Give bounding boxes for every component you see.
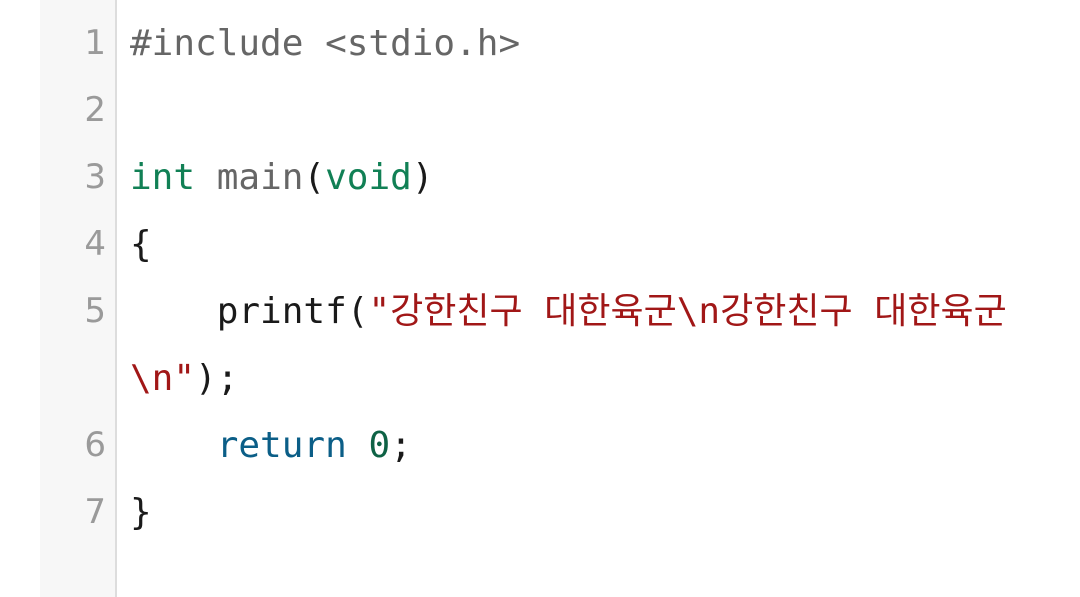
- close-paren-semicolon: );: [195, 358, 239, 399]
- code-line-6: 6 return 0;: [0, 412, 1080, 479]
- close-paren: ): [411, 157, 434, 198]
- number-literal: 0: [368, 425, 391, 466]
- function-call: printf: [216, 291, 347, 332]
- open-brace: {: [130, 224, 152, 265]
- line-number: 1: [84, 23, 106, 63]
- function-name: main: [216, 157, 304, 198]
- line-content: {: [130, 211, 152, 278]
- code-line-7: 7 }: [0, 479, 1080, 546]
- line-content: return 0;: [130, 412, 412, 479]
- param-type: void: [325, 157, 412, 198]
- code-line-1: 1 #include <stdio.h>: [0, 10, 1080, 77]
- line-number: 6: [84, 425, 106, 465]
- code-editor: 1 #include <stdio.h> 2 3 int main(void) …: [0, 0, 1080, 597]
- code-block: 1 #include <stdio.h> 2 3 int main(void) …: [0, 10, 1080, 546]
- line-number: 5: [84, 291, 106, 331]
- semicolon: ;: [390, 425, 412, 466]
- open-paren: (: [346, 291, 369, 332]
- code-line-4: 4 {: [0, 211, 1080, 278]
- line-content: #include <stdio.h>: [130, 10, 520, 77]
- line-content: int main(void): [130, 144, 434, 211]
- return-keyword: return: [216, 425, 347, 466]
- line-number: 4: [84, 224, 106, 264]
- close-brace: }: [130, 492, 152, 533]
- line-number: 7: [84, 492, 106, 532]
- line-content: printf("강한친구 대한육군\n강한친구 대한육군\n");: [130, 278, 1030, 412]
- code-line-3: 3 int main(void): [0, 144, 1080, 211]
- type-keyword: int: [130, 157, 196, 198]
- preprocessor-directive: #include <stdio.h>: [130, 23, 521, 64]
- line-number: 2: [84, 90, 106, 130]
- code-line-2: 2: [0, 77, 1080, 144]
- line-number: 3: [84, 157, 106, 197]
- line-content: }: [130, 479, 152, 546]
- code-line-5: 5 printf("강한친구 대한육군\n강한친구 대한육군\n");: [0, 278, 1080, 412]
- open-paren: (: [303, 157, 326, 198]
